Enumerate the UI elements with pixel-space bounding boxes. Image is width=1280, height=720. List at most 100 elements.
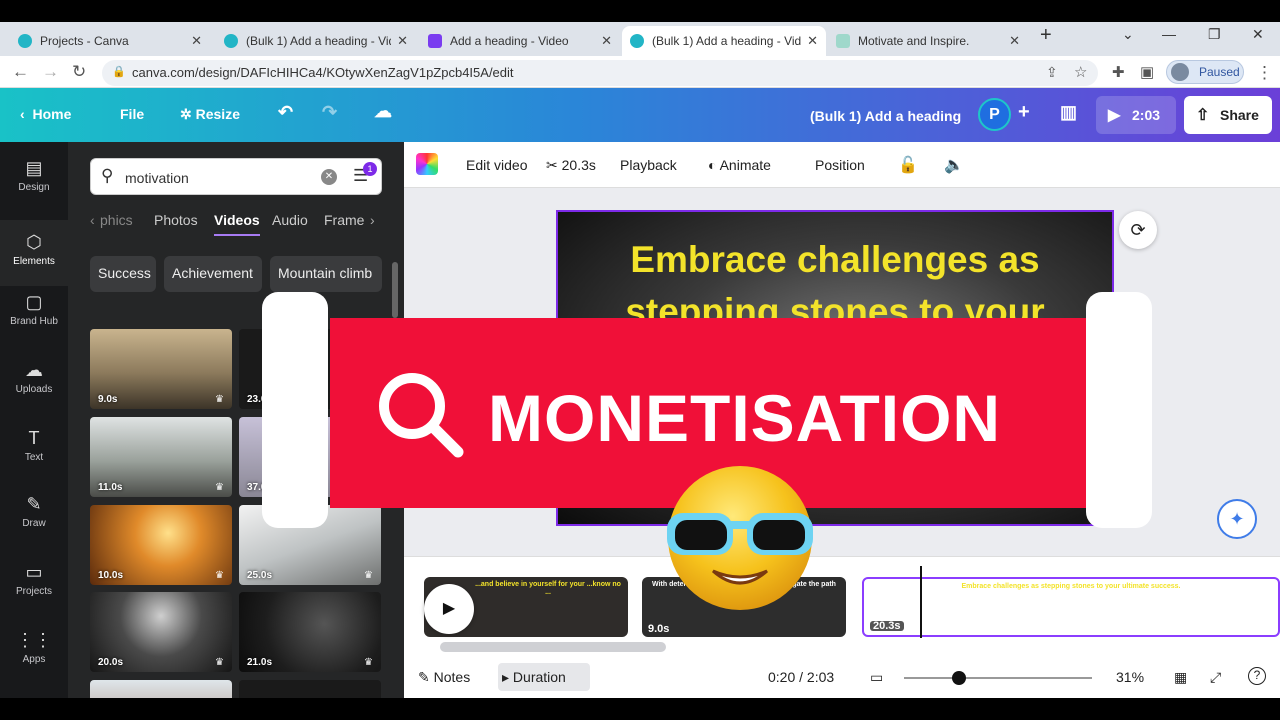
video-thumbnail[interactable]: 9.0s ♛ (90, 329, 232, 409)
close-icon[interactable]: ✕ (807, 33, 818, 49)
chip-achievement[interactable]: Achievement (164, 256, 262, 292)
rail-uploads[interactable]: ☁ Uploads (0, 360, 68, 412)
playhead[interactable] (920, 566, 922, 638)
tab-projects[interactable]: Projects - Canva ✕ (10, 26, 210, 56)
share-button[interactable]: ⇧ Share (1184, 96, 1272, 134)
tab-videos[interactable]: Videos (214, 212, 260, 236)
tab-motivate[interactable]: Motivate and Inspire. ✕ (828, 26, 1028, 56)
resize-button[interactable]: ✲ Resize (180, 106, 240, 123)
thumb-duration: 9.0s (98, 394, 118, 405)
video-thumbnail[interactable]: 11.0s ♛ (90, 417, 232, 497)
bookmark-star-icon[interactable]: ☆ (1074, 63, 1087, 81)
timeline-play-button[interactable]: ▶ (424, 584, 474, 634)
rail-elements[interactable]: ⬡ Elements (0, 220, 68, 286)
zoom-slider[interactable] (904, 677, 1092, 679)
search-box[interactable]: ⚲ motivation ✕ ☰ 1 (90, 158, 382, 195)
rail-draw[interactable]: ✎ Draw (0, 494, 68, 546)
chip-mountain-climb[interactable]: Mountain climb (270, 256, 382, 292)
close-window-icon[interactable]: ✕ (1252, 26, 1264, 43)
restore-icon[interactable]: ❐ (1208, 26, 1221, 43)
grid-view-icon[interactable]: ▦ (1174, 669, 1187, 686)
position-button[interactable]: Position (815, 157, 865, 173)
design-title[interactable]: (Bulk 1) Add a heading (810, 108, 961, 124)
profile-paused[interactable]: Paused (1166, 60, 1244, 84)
add-collaborator-icon[interactable]: + (1018, 101, 1030, 124)
tab-audio[interactable]: Audio (272, 212, 308, 228)
reload-icon[interactable]: ↻ (72, 62, 86, 82)
forward-icon[interactable]: → (42, 62, 59, 82)
video-thumbnail[interactable] (90, 680, 232, 698)
color-picker-icon[interactable] (416, 153, 438, 175)
rail-text[interactable]: T Text (0, 428, 68, 480)
back-icon[interactable]: ← (12, 62, 29, 82)
tab-title: (Bulk 1) Add a heading - Vide (246, 34, 392, 48)
share-page-icon[interactable]: ⇪ (1046, 64, 1058, 81)
sidepanel-icon[interactable]: ▣ (1140, 63, 1154, 81)
video-thumbnail[interactable]: 20.0s ♛ (90, 592, 232, 672)
magic-sparkle-icon[interactable]: ✦ (1217, 499, 1257, 539)
tab-title: Projects - Canva (40, 34, 129, 48)
close-icon[interactable]: ✕ (397, 33, 408, 49)
clear-search-icon[interactable]: ✕ (321, 169, 337, 185)
timeline-clip-selected[interactable]: Embrace challenges as stepping stones to… (862, 577, 1280, 637)
fit-page-icon[interactable]: ▭ (870, 669, 883, 686)
home-button[interactable]: ‹ Home (20, 106, 71, 122)
text-icon: T (28, 428, 40, 448)
tab-photos[interactable]: Photos (154, 212, 198, 228)
rail-design[interactable]: ▤ Design (0, 158, 68, 210)
new-tab-icon[interactable]: + (1040, 24, 1052, 47)
lock-icon[interactable]: 🔓 (898, 155, 918, 175)
notes-icon: ✎ (418, 669, 430, 685)
fullscreen-icon[interactable]: ⤢ (1210, 669, 1221, 686)
duration-icon: ▸ (502, 669, 510, 685)
close-icon[interactable]: ✕ (191, 33, 202, 49)
insights-icon[interactable]: ▥ (1060, 102, 1077, 123)
rail-brand-hub[interactable]: ▢ Brand Hub (0, 292, 68, 344)
chip-success[interactable]: Success (90, 256, 156, 292)
close-icon[interactable]: ✕ (601, 33, 612, 49)
tab-bulk-heading-active[interactable]: (Bulk 1) Add a heading - Vide ✕ (622, 26, 826, 56)
tab-title: Add a heading - Video (450, 34, 569, 48)
search-input[interactable]: motivation (125, 170, 189, 186)
rail-projects[interactable]: ▭ Projects (0, 562, 68, 614)
video-thumbnail[interactable] (239, 680, 381, 698)
tab-bulk-heading-1[interactable]: (Bulk 1) Add a heading - Vide ✕ (216, 26, 416, 56)
redo-icon[interactable]: ↷ (322, 102, 337, 123)
profile-status: Paused (1199, 65, 1240, 79)
file-menu[interactable]: File (120, 106, 144, 122)
tab-add-heading-video[interactable]: Add a heading - Video ✕ (420, 26, 620, 56)
extensions-icon[interactable]: ✚ (1112, 63, 1125, 81)
animate-icon: ◐ (708, 157, 717, 173)
help-icon[interactable]: ? (1248, 667, 1266, 685)
present-play-button[interactable]: ▶ 2:03 (1096, 96, 1176, 134)
kebab-menu-icon[interactable]: ⋮ (1256, 63, 1273, 83)
panel-scrollbar[interactable] (392, 262, 398, 318)
refresh-icon[interactable]: ⟳ (1119, 211, 1157, 249)
volume-icon[interactable]: 🔈 (944, 155, 964, 175)
duration-label: ▸ Duration (502, 669, 566, 685)
close-icon[interactable]: ✕ (1009, 33, 1020, 49)
rail-apps[interactable]: ⋮⋮ Apps (0, 630, 68, 682)
tab-graphics[interactable]: phics (100, 212, 133, 228)
zoom-slider-knob[interactable] (952, 671, 966, 685)
context-toolbar: Edit video ✂ 20.3s Playback ◐ Animate Po… (404, 142, 1280, 188)
animate-button[interactable]: ◐ Animate (708, 157, 771, 173)
chevron-left-icon[interactable]: ‹ (90, 212, 95, 228)
video-thumbnail[interactable]: 21.0s ♛ (239, 592, 381, 672)
url-field[interactable]: 🔒 canva.com/design/DAFIcHIHCa4/KOtywXenZ… (102, 60, 1098, 86)
timeline-scrollbar[interactable] (440, 642, 666, 652)
video-thumbnail[interactable]: 10.0s ♛ (90, 505, 232, 585)
notes-button[interactable]: ✎ Notes (418, 669, 470, 686)
minimize-icon[interactable]: — (1162, 26, 1176, 42)
chevron-right-icon[interactable]: › (370, 212, 375, 228)
tab-frames[interactable]: Frame (324, 212, 364, 228)
chevron-down-icon[interactable]: ⌄ (1122, 26, 1134, 43)
zoom-level[interactable]: 31% (1116, 669, 1144, 685)
playback-button[interactable]: Playback (620, 157, 677, 173)
trim-button[interactable]: ✂ 20.3s (546, 157, 596, 174)
undo-icon[interactable]: ↶ (278, 102, 293, 123)
edit-video-button[interactable]: Edit video (466, 157, 527, 173)
cloud-save-icon[interactable]: ☁ (374, 101, 392, 122)
avatar[interactable]: P (978, 98, 1011, 131)
share-icon: ⇧ (1196, 107, 1210, 124)
